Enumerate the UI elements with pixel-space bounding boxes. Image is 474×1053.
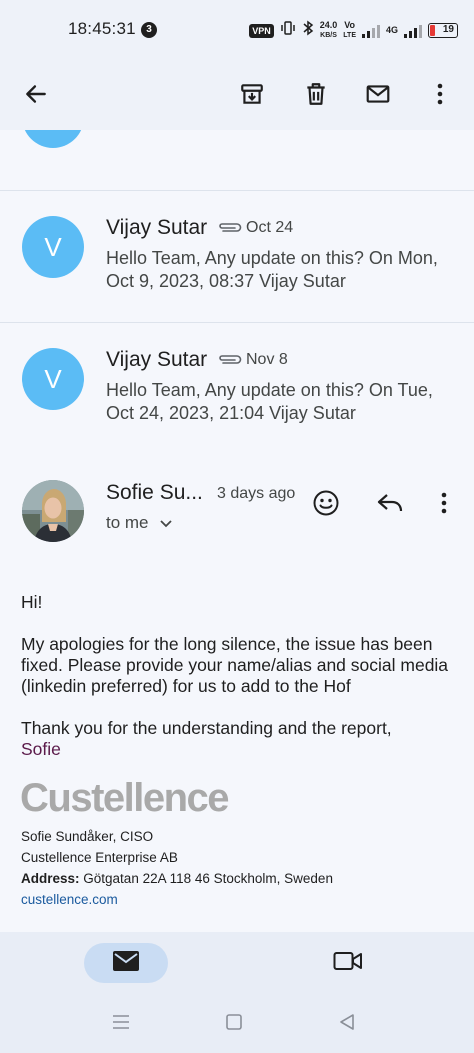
square-icon [225,1013,243,1036]
bluetooth-icon [302,20,314,41]
signature-company: Custellence Enterprise AB [21,850,178,865]
more-vert-icon[interactable] [420,74,460,114]
greeting: Hi! [21,592,43,612]
vibrate-icon [280,20,296,41]
message-date: Nov 8 [246,351,288,368]
archive-icon[interactable] [232,74,272,114]
expanded-message: Sofie Su... 3 days ago to me Hi! My apol… [0,454,474,932]
address-label: Address: [21,871,80,886]
message-more-button[interactable] [426,487,462,523]
body-paragraph: My apologies for the long silence, the i… [21,634,449,696]
more-vert-icon [440,491,448,520]
battery-level: 19 [442,24,454,35]
collapsed-message[interactable]: V Vijay Sutar Nov 8 Hello Team, Any upda… [0,323,474,455]
volte-top: Vo [344,20,356,30]
battery-icon: 19 [428,23,458,38]
address-value: Götgatan 22A 118 46 Stockholm, Sweden [83,871,333,886]
signature-address: Address: Götgatan 22A 118 46 Stockholm, … [21,868,333,889]
sender-name: Vijay Sutar [106,216,208,239]
message-date: 3 days ago [217,485,296,502]
nav-mail-tab[interactable] [84,943,168,983]
avatar [22,130,84,148]
triangle-back-icon [338,1013,356,1036]
website-link[interactable]: custellence.com [21,889,333,910]
sender-name[interactable]: Sofie Su... [106,481,203,505]
collapsed-message-partial[interactable] [0,130,474,191]
company-logo: Custellence [20,776,230,820]
signal-icon-2 [404,24,422,38]
recent-apps-button[interactable] [106,1012,136,1036]
net-speed-value: 24.0 [319,20,338,30]
collapsed-message[interactable]: V Vijay Sutar Oct 24 Hello Team, Any upd… [0,191,474,323]
trash-icon[interactable] [296,74,336,114]
sender-name: Vijay Sutar [106,348,208,371]
mail-icon[interactable] [358,74,398,114]
attachment-icon [216,220,242,239]
mail-icon [112,950,140,977]
video-camera-icon [333,950,363,977]
status-icons: VPN 24.0 KB/S Vo LTE 4G 19 [249,20,458,41]
sign-off-name: Sofie [21,739,61,759]
network-type: 4G [385,25,398,35]
net-speed-unit: KB/S [320,32,337,39]
signal-icon-1 [361,24,380,38]
system-back-button[interactable] [332,1012,362,1036]
message-snippet: Hello Team, Any update on this? On Mon, … [106,248,438,291]
recipient-label: to me [106,513,149,532]
add-reaction-button[interactable] [308,487,344,523]
sender-avatar-photo[interactable] [22,480,84,542]
status-bar: 18:45:31 3 VPN 24.0 KB/S Vo LTE 4G 19 [0,0,474,60]
vpn-badge: VPN [249,23,274,38]
message-body: Hi! My apologies for the long silence, t… [21,592,461,760]
top-app-bar [0,60,474,130]
recipient-details-toggle[interactable]: to me [106,513,173,533]
body-paragraph: Thank you for the understanding and the … [21,718,392,738]
net-speed: 24.0 KB/S [320,21,338,40]
chevron-down-icon [159,513,173,533]
volte-bottom: LTE [343,32,356,39]
bottom-navigation [0,932,474,1053]
avatar: V [22,216,84,278]
volte-indicator: Vo LTE [343,21,356,40]
nav-meet-tab[interactable] [326,943,370,983]
avatar: V [22,348,84,410]
reply-button[interactable] [372,487,408,523]
signature-name-title: Sofie Sundåker, CISO [21,829,154,844]
reply-icon [376,491,404,520]
emoji-icon [312,489,340,522]
notification-count-badge: 3 [141,22,157,38]
attachment-icon [216,352,242,371]
message-date: Oct 24 [246,219,294,236]
message-thread: V Vijay Sutar Oct 24 Hello Team, Any upd… [0,130,474,455]
arrow-back-icon[interactable] [16,74,56,114]
menu-icon [112,1014,130,1035]
status-time: 18:45:31 [68,19,136,38]
email-signature: Sofie Sundåker, CISO Custellence Enterpr… [21,826,333,910]
message-snippet: Hello Team, Any update on this? On Tue, … [106,380,433,423]
home-button[interactable] [219,1012,249,1036]
